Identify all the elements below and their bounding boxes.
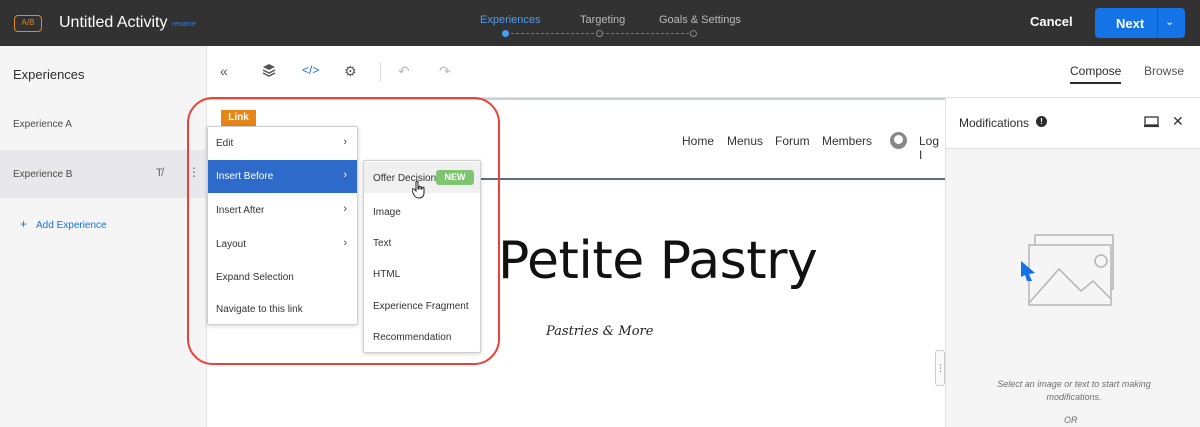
experience-label: Experience A <box>13 119 72 130</box>
layers-icon[interactable] <box>262 63 276 80</box>
modifications-panel: Modifications ! ✕ Select an image or tex… <box>945 98 1200 427</box>
activity-rename-link[interactable]: rename <box>172 21 196 28</box>
user-avatar-icon[interactable] <box>890 132 907 149</box>
undo-icon[interactable]: ↶ <box>398 63 410 80</box>
experiences-title: Experiences <box>13 67 85 82</box>
modifications-title: Modifications <box>959 116 1030 130</box>
submenu-item-text[interactable]: Text <box>364 227 480 258</box>
context-menu: Edit › Insert Before › Insert After › Layou… <box>207 126 358 325</box>
menu-item-insert-after[interactable]: Insert After › <box>208 194 357 227</box>
menu-item-navigate-link[interactable]: Navigate to this link <box>208 293 357 326</box>
submenu-item-image[interactable]: Image <box>364 196 480 227</box>
site-nav-members[interactable]: Members <box>822 134 872 148</box>
selected-element-tag: Link <box>221 110 256 126</box>
site-nav-menus[interactable]: Menus <box>727 134 763 148</box>
editor-toolbar: « </> ⚙ ↶ ↷ Compose Browse <box>208 46 1200 98</box>
site-tagline[interactable]: Pastries & More <box>546 324 653 339</box>
site-divider <box>478 178 945 180</box>
chevron-right-icon: › <box>343 169 347 181</box>
image-placeholder-icon <box>1021 234 1114 306</box>
cancel-button[interactable]: Cancel <box>1030 14 1073 29</box>
menu-item-expand-selection[interactable]: Expand Selection <box>208 261 357 294</box>
modifications-hint: Select an image or text to start making … <box>997 379 1151 402</box>
submenu-item-recommendation[interactable]: Recommendation <box>364 321 480 352</box>
chevron-right-icon: › <box>343 136 347 148</box>
plus-icon: + <box>20 217 28 231</box>
site-brand-title[interactable]: Petite Pastry <box>498 231 818 291</box>
top-bar: A/B Untitled Activity rename Experiences… <box>0 0 1200 46</box>
add-experience-label: Add Experience <box>36 220 107 231</box>
site-login-link[interactable]: Log I <box>919 134 945 162</box>
submenu-item-experience-fragment[interactable]: Experience Fragment <box>364 290 480 321</box>
resize-handle[interactable]: ⋮ <box>935 350 945 386</box>
menu-item-layout[interactable]: Layout › <box>208 228 357 261</box>
collapse-icon[interactable]: « <box>220 63 228 79</box>
info-icon[interactable]: ! <box>1036 116 1047 127</box>
new-badge: NEW <box>436 170 474 185</box>
code-icon[interactable]: </> <box>302 63 319 77</box>
chevron-right-icon: › <box>343 203 347 215</box>
modifications-or: OR <box>1064 415 1078 425</box>
hand-cursor-icon <box>412 181 425 199</box>
redo-icon[interactable]: ↷ <box>439 63 451 80</box>
experience-label: Experience B <box>13 169 73 180</box>
workflow-steps: Experiences Targeting Goals & Settings <box>460 0 750 46</box>
step-dot-goals <box>690 30 697 37</box>
step-dot-experiences <box>502 30 509 37</box>
add-experience-button[interactable]: + Add Experience <box>20 217 107 231</box>
chevron-down-icon[interactable]: ⌄ <box>1165 15 1174 28</box>
step-experiences[interactable]: Experiences <box>480 14 541 26</box>
rename-icon[interactable]: T̸ <box>156 167 163 179</box>
next-button-label: Next <box>1116 16 1145 31</box>
experience-item-a[interactable]: Experience A <box>0 100 207 148</box>
next-button[interactable]: Next ⌄ <box>1095 8 1185 38</box>
experiences-panel: Experiences Experience A Experience B T̸… <box>0 46 207 427</box>
site-nav-forum[interactable]: Forum <box>775 134 810 148</box>
menu-item-edit[interactable]: Edit › <box>208 127 357 160</box>
chevron-right-icon: › <box>343 237 347 249</box>
menu-item-insert-before[interactable]: Insert Before › <box>208 160 357 193</box>
browse-tab[interactable]: Browse <box>1144 64 1184 78</box>
more-options-icon[interactable]: ⋮ <box>188 165 200 179</box>
site-nav-home[interactable]: Home <box>682 134 714 148</box>
step-goals-settings[interactable]: Goals & Settings <box>659 14 741 26</box>
close-icon[interactable]: ✕ <box>1172 113 1184 130</box>
compose-tab[interactable]: Compose <box>1070 64 1122 84</box>
submenu-item-html[interactable]: HTML <box>364 258 480 289</box>
settings-icon[interactable]: ⚙ <box>344 63 357 80</box>
experience-item-b[interactable]: Experience B T̸ ⋮ <box>0 150 207 198</box>
modifications-body: Select an image or text to start making … <box>946 148 1200 427</box>
step-dot-targeting <box>596 30 603 37</box>
activity-type-badge: A/B <box>14 15 42 32</box>
step-targeting[interactable]: Targeting <box>580 14 625 26</box>
activity-title[interactable]: Untitled Activity <box>59 14 167 32</box>
monitor-icon[interactable] <box>1144 116 1159 128</box>
